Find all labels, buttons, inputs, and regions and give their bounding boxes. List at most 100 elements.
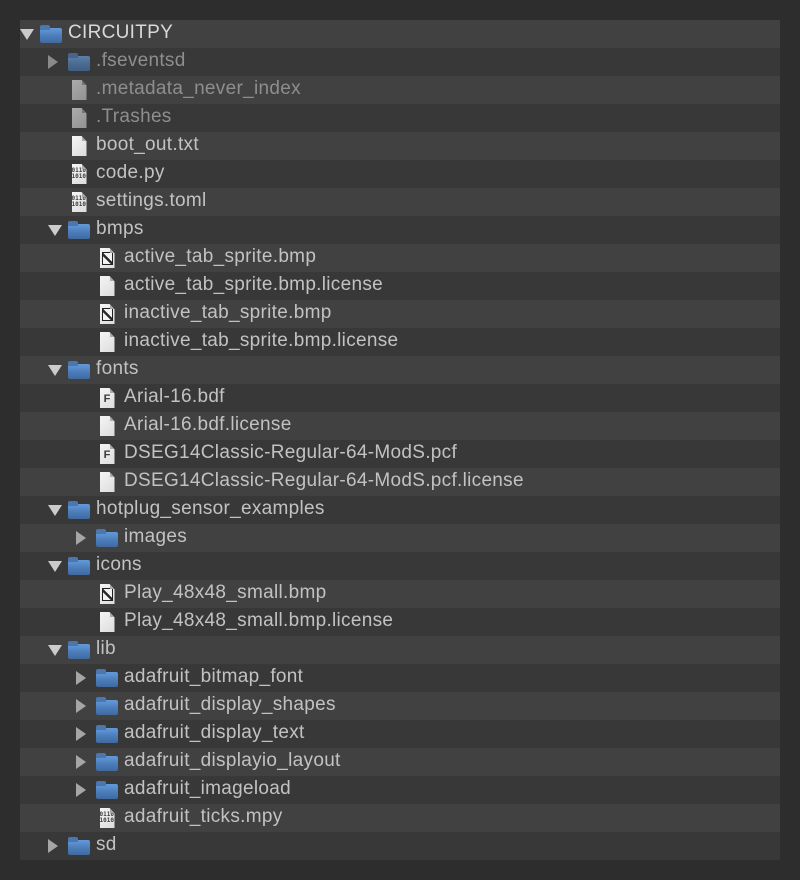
expander-spacer	[48, 104, 68, 132]
tree-row[interactable]: adafruit_display_text	[20, 720, 780, 748]
chevron-down-icon[interactable]	[48, 356, 68, 384]
tree-row[interactable]: boot_out.txt	[20, 132, 780, 160]
file-name-label: Arial-16.bdf	[124, 386, 225, 408]
tree-row[interactable]: lib	[20, 636, 780, 664]
pencil-frame-glyph	[102, 252, 113, 265]
indent-spacer	[20, 300, 76, 328]
tree-row[interactable]: adafruit_bitmap_font	[20, 664, 780, 692]
expander-spacer	[76, 804, 96, 832]
image-file-icon	[96, 244, 118, 272]
tree-row[interactable]: .fseventsd	[20, 48, 780, 76]
document-icon	[68, 76, 90, 104]
folder-icon	[68, 496, 90, 524]
tree-row[interactable]: fonts	[20, 356, 780, 384]
tree-row[interactable]: active_tab_sprite.bmp	[20, 244, 780, 272]
tree-row[interactable]: .metadata_never_index	[20, 76, 780, 104]
tree-row[interactable]: adafruit_display_shapes	[20, 692, 780, 720]
file-name-label: lib	[96, 638, 116, 660]
indent-spacer	[20, 804, 76, 832]
file-name-label: icons	[96, 554, 142, 576]
tree-row[interactable]: sd	[20, 832, 780, 860]
chevron-right-icon[interactable]	[76, 524, 96, 552]
page-glyph	[100, 416, 115, 436]
file-name-label: images	[124, 526, 187, 548]
expander-spacer	[76, 580, 96, 608]
chevron-right-icon[interactable]	[48, 832, 68, 860]
chevron-down-icon[interactable]	[48, 636, 68, 664]
indent-spacer	[20, 384, 76, 412]
folder-glyph	[96, 672, 118, 687]
chevron-down-icon[interactable]	[20, 20, 40, 48]
folder-glyph	[68, 224, 90, 239]
expander-spacer	[76, 412, 96, 440]
chevron-down-icon[interactable]	[48, 552, 68, 580]
file-name-label: DSEG14Classic-Regular-64-ModS.pcf	[124, 442, 457, 464]
expander-triangle	[76, 531, 86, 545]
chevron-right-icon[interactable]	[76, 664, 96, 692]
indent-spacer	[20, 132, 48, 160]
chevron-right-icon[interactable]	[76, 720, 96, 748]
tree-row[interactable]: 01101010code.py	[20, 160, 780, 188]
pencil-frame-glyph	[102, 588, 113, 601]
expander-spacer	[76, 300, 96, 328]
tree-row[interactable]: adafruit_imageload	[20, 776, 780, 804]
expander-triangle	[48, 55, 58, 69]
chevron-right-icon[interactable]	[76, 692, 96, 720]
tree-row[interactable]: hotplug_sensor_examples	[20, 496, 780, 524]
tree-row[interactable]: .Trashes	[20, 104, 780, 132]
tree-row[interactable]: inactive_tab_sprite.bmp	[20, 300, 780, 328]
folder-glyph	[68, 56, 90, 71]
file-name-label: settings.toml	[96, 190, 207, 212]
indent-spacer	[20, 328, 76, 356]
folder-icon	[68, 832, 90, 860]
expander-spacer	[48, 76, 68, 104]
binary-file-icon: 01101010	[68, 160, 90, 188]
file-name-label: adafruit_ticks.mpy	[124, 806, 283, 828]
tree-row[interactable]: 01101010 settings.toml	[20, 188, 780, 216]
document-icon	[68, 132, 90, 160]
chevron-down-icon[interactable]	[48, 496, 68, 524]
tree-row[interactable]: active_tab_sprite.bmp.license	[20, 272, 780, 300]
folder-glyph	[68, 560, 90, 575]
expander-spacer	[76, 608, 96, 636]
indent-spacer	[20, 496, 48, 524]
document-icon	[96, 412, 118, 440]
file-name-label: boot_out.txt	[96, 134, 199, 156]
indent-spacer	[20, 692, 76, 720]
tree-row[interactable]: DSEG14Classic-Regular-64-ModS.pcf.licens…	[20, 468, 780, 496]
page-glyph: 01101010	[72, 192, 87, 212]
tree-row[interactable]: inactive_tab_sprite.bmp.license	[20, 328, 780, 356]
tree-row[interactable]: Play_48x48_small.bmp.license	[20, 608, 780, 636]
font-file-icon: F	[96, 384, 118, 412]
tree-row[interactable]: F Arial-16.bdf	[20, 384, 780, 412]
expander-triangle	[48, 505, 62, 516]
indent-spacer	[20, 48, 48, 76]
tree-row[interactable]: icons	[20, 552, 780, 580]
expander-spacer	[76, 244, 96, 272]
tree-row[interactable]: Play_48x48_small.bmp	[20, 580, 780, 608]
chevron-right-icon[interactable]	[76, 748, 96, 776]
folder-icon	[68, 552, 90, 580]
chevron-right-icon[interactable]	[48, 48, 68, 76]
file-name-label: adafruit_bitmap_font	[124, 666, 303, 688]
tree-row[interactable]: CIRCUITPY	[20, 20, 780, 48]
tree-row[interactable]: images	[20, 524, 780, 552]
tree-row[interactable]: bmps	[20, 216, 780, 244]
chevron-down-icon[interactable]	[48, 216, 68, 244]
file-name-label: adafruit_display_text	[124, 722, 305, 744]
tree-row[interactable]: 01101010adafruit_ticks.mpy	[20, 804, 780, 832]
indent-spacer	[20, 412, 76, 440]
chevron-right-icon[interactable]	[76, 776, 96, 804]
document-icon	[96, 328, 118, 356]
tree-row[interactable]: F DSEG14Classic-Regular-64-ModS.pcf	[20, 440, 780, 468]
image-file-icon	[96, 580, 118, 608]
tree-row[interactable]: adafruit_displayio_layout	[20, 748, 780, 776]
folder-icon	[68, 356, 90, 384]
folder-icon	[96, 720, 118, 748]
binary-file-icon: 01101010	[68, 188, 90, 216]
page-glyph: F	[100, 444, 115, 464]
tree-row[interactable]: Arial-16.bdf.license	[20, 412, 780, 440]
expander-triangle	[48, 839, 58, 853]
file-name-label: active_tab_sprite.bmp	[124, 246, 316, 268]
folder-icon	[68, 636, 90, 664]
